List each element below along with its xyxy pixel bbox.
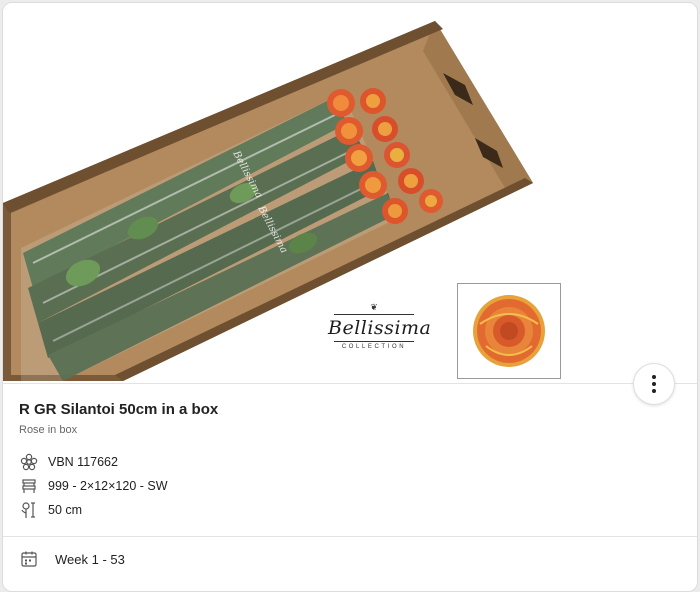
availability-text: Week 1 - 53 [55,551,125,567]
product-subtitle: Rose in box [19,424,78,436]
ornament-icon: ❦ [370,302,378,312]
product-image: Bellissima Bellissima ❦ Bellissima COLLE… [3,3,697,383]
logo-sub-text: COLLECTION [341,344,407,350]
packaging-icon [19,477,39,495]
product-title: R GR Silantoi 50cm in a box [19,401,219,418]
stem-length-icon [19,501,39,519]
availability-row: Week 1 - 53 [19,549,125,569]
spec-length-text: 50 cm [48,503,83,517]
brand-logo: ❦ Bellissima COLLECTION [328,302,432,351]
divider [3,536,697,537]
spec-vbn: VBN 117662 [19,453,118,471]
spec-vbn-text: VBN 117662 [48,455,118,469]
flower-icon [19,453,39,471]
logo-brand-text: Bellissima [328,317,432,339]
spec-packaging: 999 - 2×12×120 - SW [19,477,168,495]
more-vertical-icon [652,375,656,379]
calendar-icon [19,549,39,569]
product-card[interactable]: Bellissima Bellissima ❦ Bellissima COLLE… [2,2,698,592]
more-options-button[interactable] [633,363,675,405]
rose-thumbnail [457,283,561,379]
spec-length: 50 cm [19,501,82,519]
divider [3,383,697,384]
spec-packaging-text: 999 - 2×12×120 - SW [48,479,168,493]
